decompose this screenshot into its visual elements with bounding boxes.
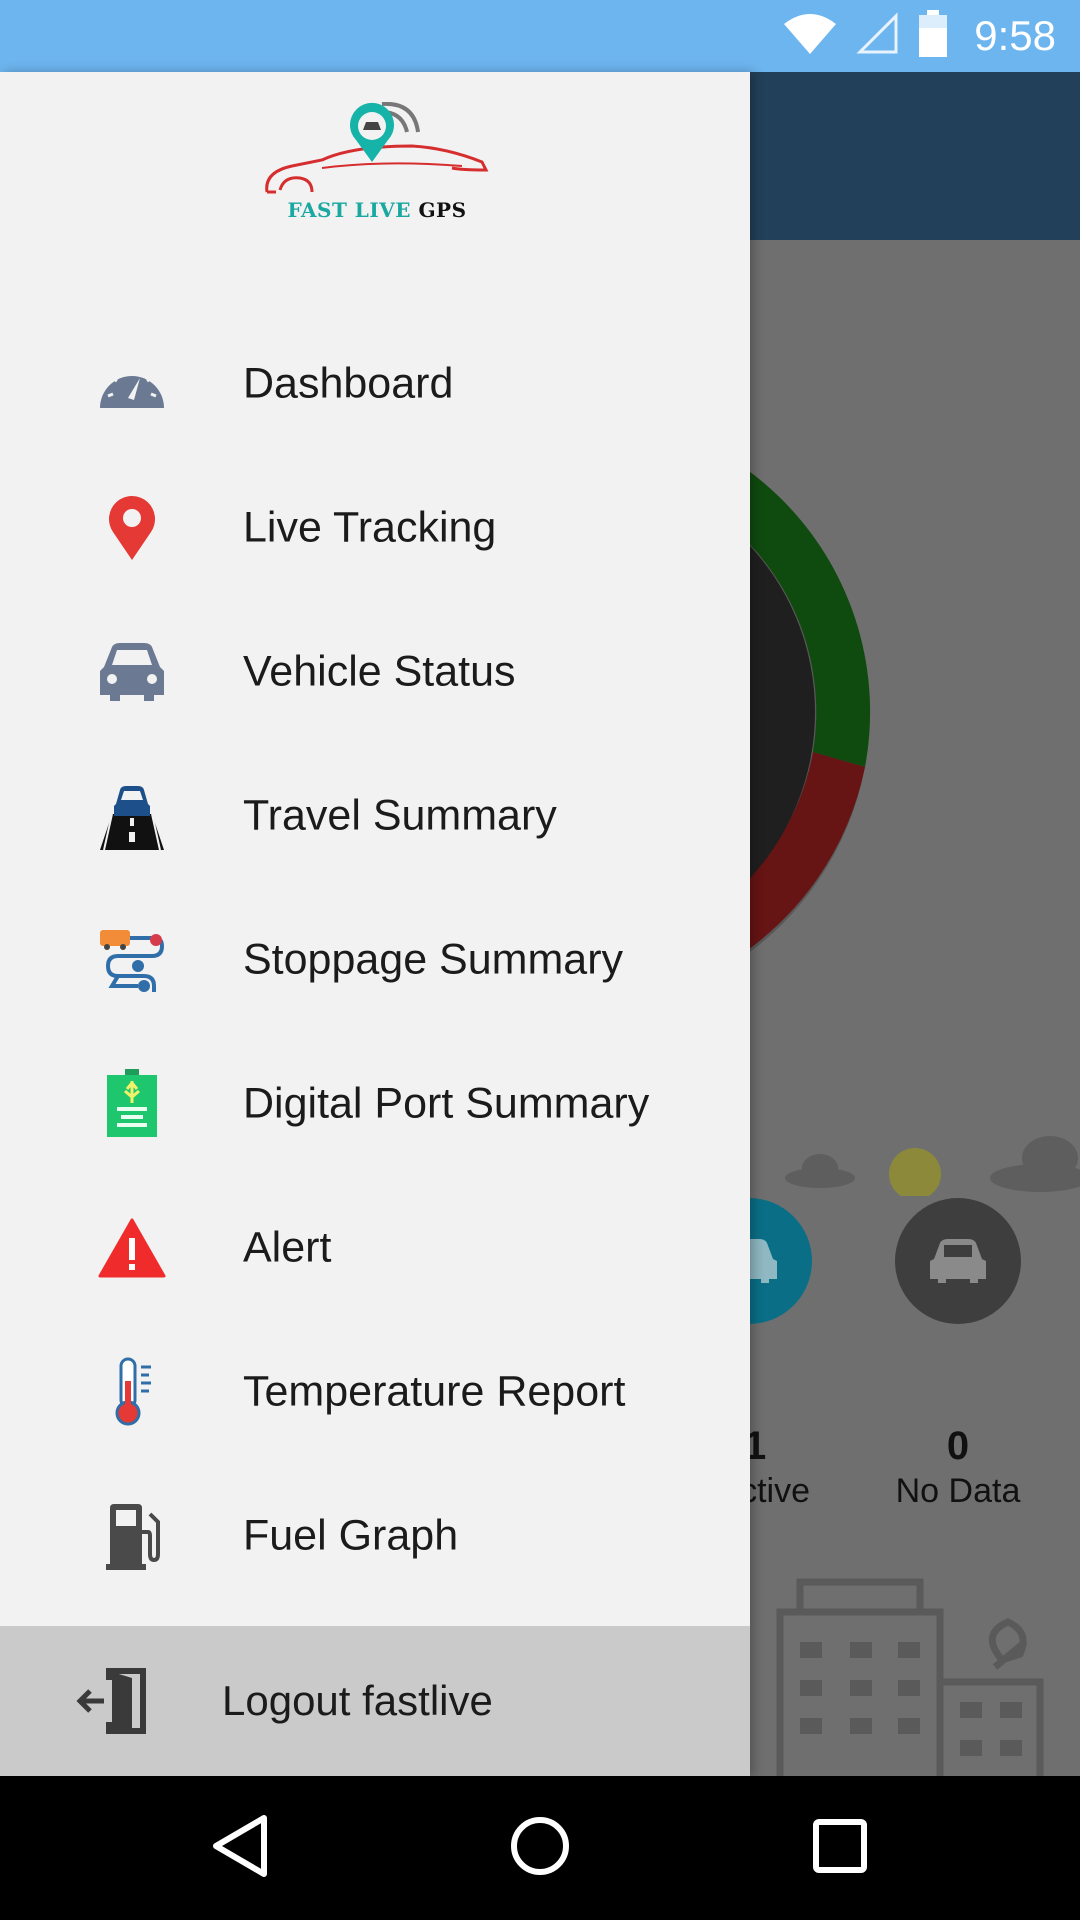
home-circle-icon	[508, 1814, 572, 1883]
recent-apps-button[interactable]	[798, 1806, 882, 1890]
wifi-icon	[782, 12, 838, 61]
menu-item-alert[interactable]: Alert	[0, 1176, 750, 1320]
logo-car-icon	[265, 101, 489, 194]
menu-item-temperature-report[interactable]: Temperature Report	[0, 1320, 750, 1464]
no-data-count: 0	[946, 1424, 970, 1468]
no-data-vehicles-circle	[895, 1198, 1021, 1324]
drawer-menu: Dashboard Live Tracking Vehicle Status T…	[0, 312, 750, 1608]
home-button[interactable]	[498, 1806, 582, 1890]
status-bar: 9:58	[0, 0, 1080, 72]
cell-signal-icon	[856, 11, 900, 61]
thermometer-icon	[96, 1356, 168, 1428]
menu-item-label: Fuel Graph	[243, 1511, 459, 1560]
route-stops-icon	[96, 924, 168, 996]
menu-item-label: Vehicle Status	[243, 647, 516, 696]
location-pin-icon	[96, 492, 168, 564]
car-road-icon	[96, 780, 168, 852]
menu-item-label: Alert	[243, 1223, 332, 1272]
back-triangle-icon	[210, 1814, 270, 1883]
recent-square-icon	[810, 1816, 870, 1881]
menu-item-dashboard[interactable]: Dashboard	[0, 312, 750, 456]
navigation-drawer: FAST LIVE GPS Dashboard Live Tracking Ve…	[0, 72, 750, 1776]
menu-item-label: Dashboard	[243, 359, 454, 408]
menu-item-digital-port-summary[interactable]: Digital Port Summary	[0, 1032, 750, 1176]
menu-item-fuel-graph[interactable]: Fuel Graph	[0, 1464, 750, 1608]
car-icon	[96, 636, 168, 708]
building-illustration	[776, 1578, 1044, 1776]
fast-live-gps-logo: FAST LIVE GPS	[262, 101, 492, 232]
logout-door-icon	[76, 1664, 150, 1738]
warning-icon	[96, 1212, 168, 1284]
speedometer-icon	[96, 348, 168, 420]
back-button[interactable]	[198, 1806, 282, 1890]
battery-icon	[918, 9, 948, 63]
menu-item-label: Digital Port Summary	[243, 1079, 650, 1128]
usb-port-icon	[96, 1068, 168, 1140]
menu-item-stoppage-summary[interactable]: Stoppage Summary	[0, 888, 750, 1032]
fuel-pump-icon	[96, 1500, 168, 1572]
menu-item-travel-summary[interactable]: Travel Summary	[0, 744, 750, 888]
menu-item-label: Stoppage Summary	[243, 935, 624, 984]
menu-item-vehicle-status[interactable]: Vehicle Status	[0, 600, 750, 744]
menu-item-label: Live Tracking	[243, 503, 497, 552]
logout-button[interactable]: Logout fastlive	[0, 1626, 750, 1776]
clock: 9:58	[974, 12, 1056, 59]
menu-item-label: Temperature Report	[243, 1367, 626, 1416]
logo-text: FAST LIVE GPS	[287, 198, 467, 222]
no-data-label: No Data	[895, 1472, 1021, 1510]
weather-illustration	[785, 1136, 1080, 1196]
menu-item-live-tracking[interactable]: Live Tracking	[0, 456, 750, 600]
menu-item-label: Travel Summary	[243, 791, 557, 840]
system-navigation-bar	[0, 1776, 1080, 1920]
logout-label: Logout fastlive	[222, 1677, 493, 1724]
